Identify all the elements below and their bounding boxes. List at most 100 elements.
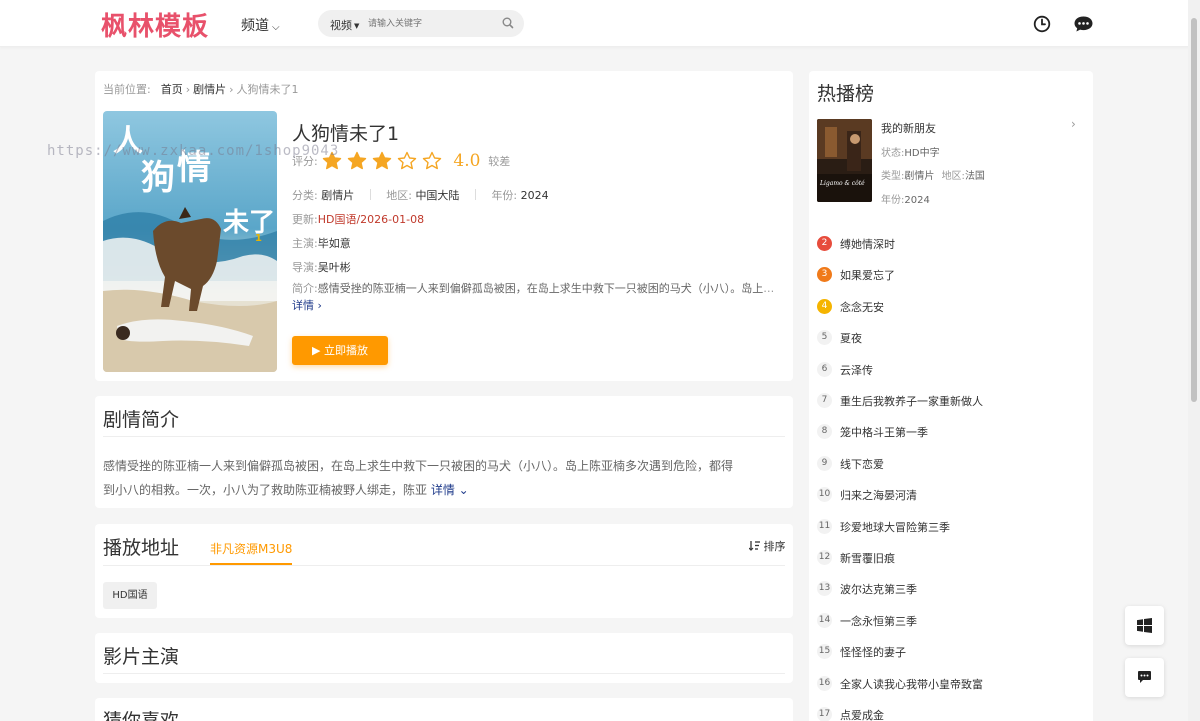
actor-value[interactable]: 毕如意	[318, 237, 351, 250]
brief-more-link[interactable]: 详情 ›	[292, 297, 322, 313]
caret-down-icon: ▼	[354, 22, 360, 30]
breadcrumb: 当前位置: 首页 › 剧情片 › 人狗情未了1	[103, 81, 299, 97]
tab-source-ffm3u8[interactable]: 非凡资源M3U8	[210, 540, 293, 565]
ranking-item[interactable]: 6 云泽传	[817, 360, 1087, 380]
scrollbar-thumb[interactable]	[1191, 18, 1197, 402]
director-value[interactable]: 吴叶彬	[318, 261, 351, 274]
ranking-item[interactable]: 17 点爱成金	[817, 705, 1087, 721]
ranking-title[interactable]: 缚她情深时	[840, 236, 895, 252]
synopsis-line-1: 感情受挫的陈亚楠一人来到偏僻孤岛被困，在岛上求生中救下一只被困的马犬（小八）。岛…	[103, 459, 734, 473]
ranking-item[interactable]: 3 如果爱忘了	[817, 265, 1087, 285]
episode-button[interactable]: HD国语	[103, 582, 157, 609]
section-divider	[103, 565, 785, 566]
search-icon[interactable]	[501, 16, 515, 30]
breadcrumb-separator: ›	[185, 83, 191, 96]
actor-label: 主演:	[292, 237, 318, 250]
breadcrumb-home[interactable]: 首页	[161, 83, 183, 96]
search-type-select[interactable]: 视频 ▼	[330, 17, 359, 33]
ranking-item[interactable]: 7 重生后我教养子一家重新做人	[817, 391, 1087, 411]
chevron-right-icon[interactable]: ›	[1071, 117, 1076, 131]
genre-value[interactable]: 剧情片	[321, 189, 354, 202]
section-divider	[103, 436, 785, 437]
ranking-title[interactable]: 如果爱忘了	[840, 267, 895, 283]
ranking-title[interactable]: 重生后我教养子一家重新做人	[840, 393, 983, 409]
ranking-item[interactable]: 16 全家人读我心我带小皇帝致富	[817, 674, 1087, 694]
info-row-update: 更新:HD国语/2026-01-08	[292, 211, 424, 227]
chat-icon[interactable]	[1073, 15, 1094, 33]
ranking-item[interactable]: 9 线下恋爱	[817, 454, 1087, 474]
ranking-item[interactable]: 4 念念无安	[817, 297, 1087, 317]
ranking-title[interactable]: 夏夜	[840, 330, 862, 346]
featured-poster[interactable]: Ligamo & côté	[817, 119, 872, 202]
search-input[interactable]	[368, 15, 496, 32]
star-filled-icon[interactable]	[372, 151, 392, 171]
ranking-item[interactable]: 13 波尔达克第三季	[817, 579, 1087, 599]
history-icon[interactable]	[1033, 15, 1051, 33]
ranking-title[interactable]: 怪怪怪的妻子	[840, 644, 906, 660]
ranking-title[interactable]: 一念永恒第三季	[840, 613, 917, 629]
featured-title[interactable]: 我的新朋友	[881, 120, 936, 136]
ranking-title[interactable]: 笼中格斗王第一季	[840, 424, 928, 440]
ranking-item[interactable]: 5 夏夜	[817, 328, 1087, 348]
ranking-number: 16	[817, 675, 832, 691]
hot-ranking-title: 热播榜	[817, 83, 875, 105]
feedback-button[interactable]	[1125, 658, 1164, 697]
star-empty-icon[interactable]	[422, 151, 442, 171]
ranking-item[interactable]: 2 缚她情深时	[817, 234, 1087, 254]
star-empty-icon[interactable]	[397, 151, 417, 171]
ranking-title[interactable]: 念念无安	[840, 299, 884, 315]
ranking-number: 4	[817, 298, 832, 314]
ranking-title[interactable]: 全家人读我心我带小皇帝致富	[840, 676, 983, 692]
region-label: 地区:	[386, 189, 412, 202]
info-row-director: 导演:吴叶彬	[292, 259, 351, 275]
sort-button[interactable]: 排序	[748, 538, 786, 554]
featured-status: 状态:HD中字	[881, 144, 940, 159]
breadcrumb-category[interactable]: 剧情片	[193, 83, 226, 96]
ranking-title[interactable]: 珍爱地球大冒险第三季	[840, 519, 950, 535]
rating-stars[interactable]	[322, 151, 447, 171]
synopsis-line-2: 到小八的相救。一次，小八为了救助陈亚楠被野人绑走，陈亚	[103, 483, 428, 497]
synopsis-more-link[interactable]: 详情 ⌄	[431, 483, 469, 497]
ranking-number: 9	[817, 455, 832, 471]
ranking-number: 14	[817, 612, 832, 628]
ranking-title[interactable]: 云泽传	[840, 362, 873, 378]
ranking-number: 12	[817, 550, 832, 565]
ranking-item[interactable]: 12 新雪覆旧痕	[817, 548, 1087, 568]
region-value[interactable]: 中国大陆	[415, 189, 459, 202]
ranking-item[interactable]: 14 一念永恒第三季	[817, 611, 1087, 631]
brief-label: 简介:	[292, 282, 318, 295]
featured-region-value: 法国	[964, 171, 985, 182]
ranking-title[interactable]: 归来之海晏河清	[840, 487, 917, 503]
ranking-title[interactable]: 波尔达克第三季	[840, 581, 917, 597]
search-box: 视频 ▼	[318, 10, 524, 37]
featured-type-value: 剧情片	[904, 171, 935, 182]
channel-menu[interactable]: 频道 ⌵	[241, 15, 280, 35]
top-header: 枫林模板 频道 ⌵ 视频 ▼	[0, 0, 1200, 47]
ranking-item[interactable]: 10 归来之海晏河清	[817, 485, 1087, 505]
ranking-item[interactable]: 15 怪怪怪的妻子	[817, 642, 1087, 662]
star-filled-icon[interactable]	[347, 151, 367, 171]
page-scrollbar[interactable]	[1188, 0, 1200, 721]
ranking-title[interactable]: 新雪覆旧痕	[840, 550, 895, 566]
info-row-actor: 主演:毕如意	[292, 235, 351, 251]
featured-poster-title: Ligamo & côté	[819, 180, 865, 187]
featured-type-region: 类型:剧情片 地区:法国	[881, 167, 985, 182]
featured-year-label: 年份:	[881, 195, 905, 206]
ranking-item[interactable]: 8 笼中格斗王第一季	[817, 422, 1087, 442]
sort-label: 排序	[763, 540, 786, 553]
site-logo[interactable]: 枫林模板	[101, 6, 209, 43]
year-value[interactable]: 2024	[521, 189, 549, 202]
movie-detail-card: 当前位置: 首页 › 剧情片 › 人狗情未了1 人 狗 情 未了 1 人狗情未了…	[95, 71, 793, 381]
year-label: 年份:	[491, 189, 518, 202]
ranking-number: 2	[817, 236, 832, 251]
cast-card: 影片主演	[95, 633, 793, 683]
ranking-title[interactable]: 点爱成金	[840, 707, 884, 721]
ranking-number: 11	[817, 518, 832, 534]
update-label: 更新:	[292, 213, 318, 226]
windows-app-button[interactable]	[1125, 606, 1164, 645]
rating-grade: 较差	[488, 155, 511, 168]
ranking-title[interactable]: 线下恋爱	[840, 456, 884, 472]
ranking-item[interactable]: 11 珍爱地球大冒险第三季	[817, 517, 1087, 537]
play-now-button[interactable]: ▶ 立即播放	[292, 336, 388, 365]
director-label: 导演:	[292, 261, 318, 274]
